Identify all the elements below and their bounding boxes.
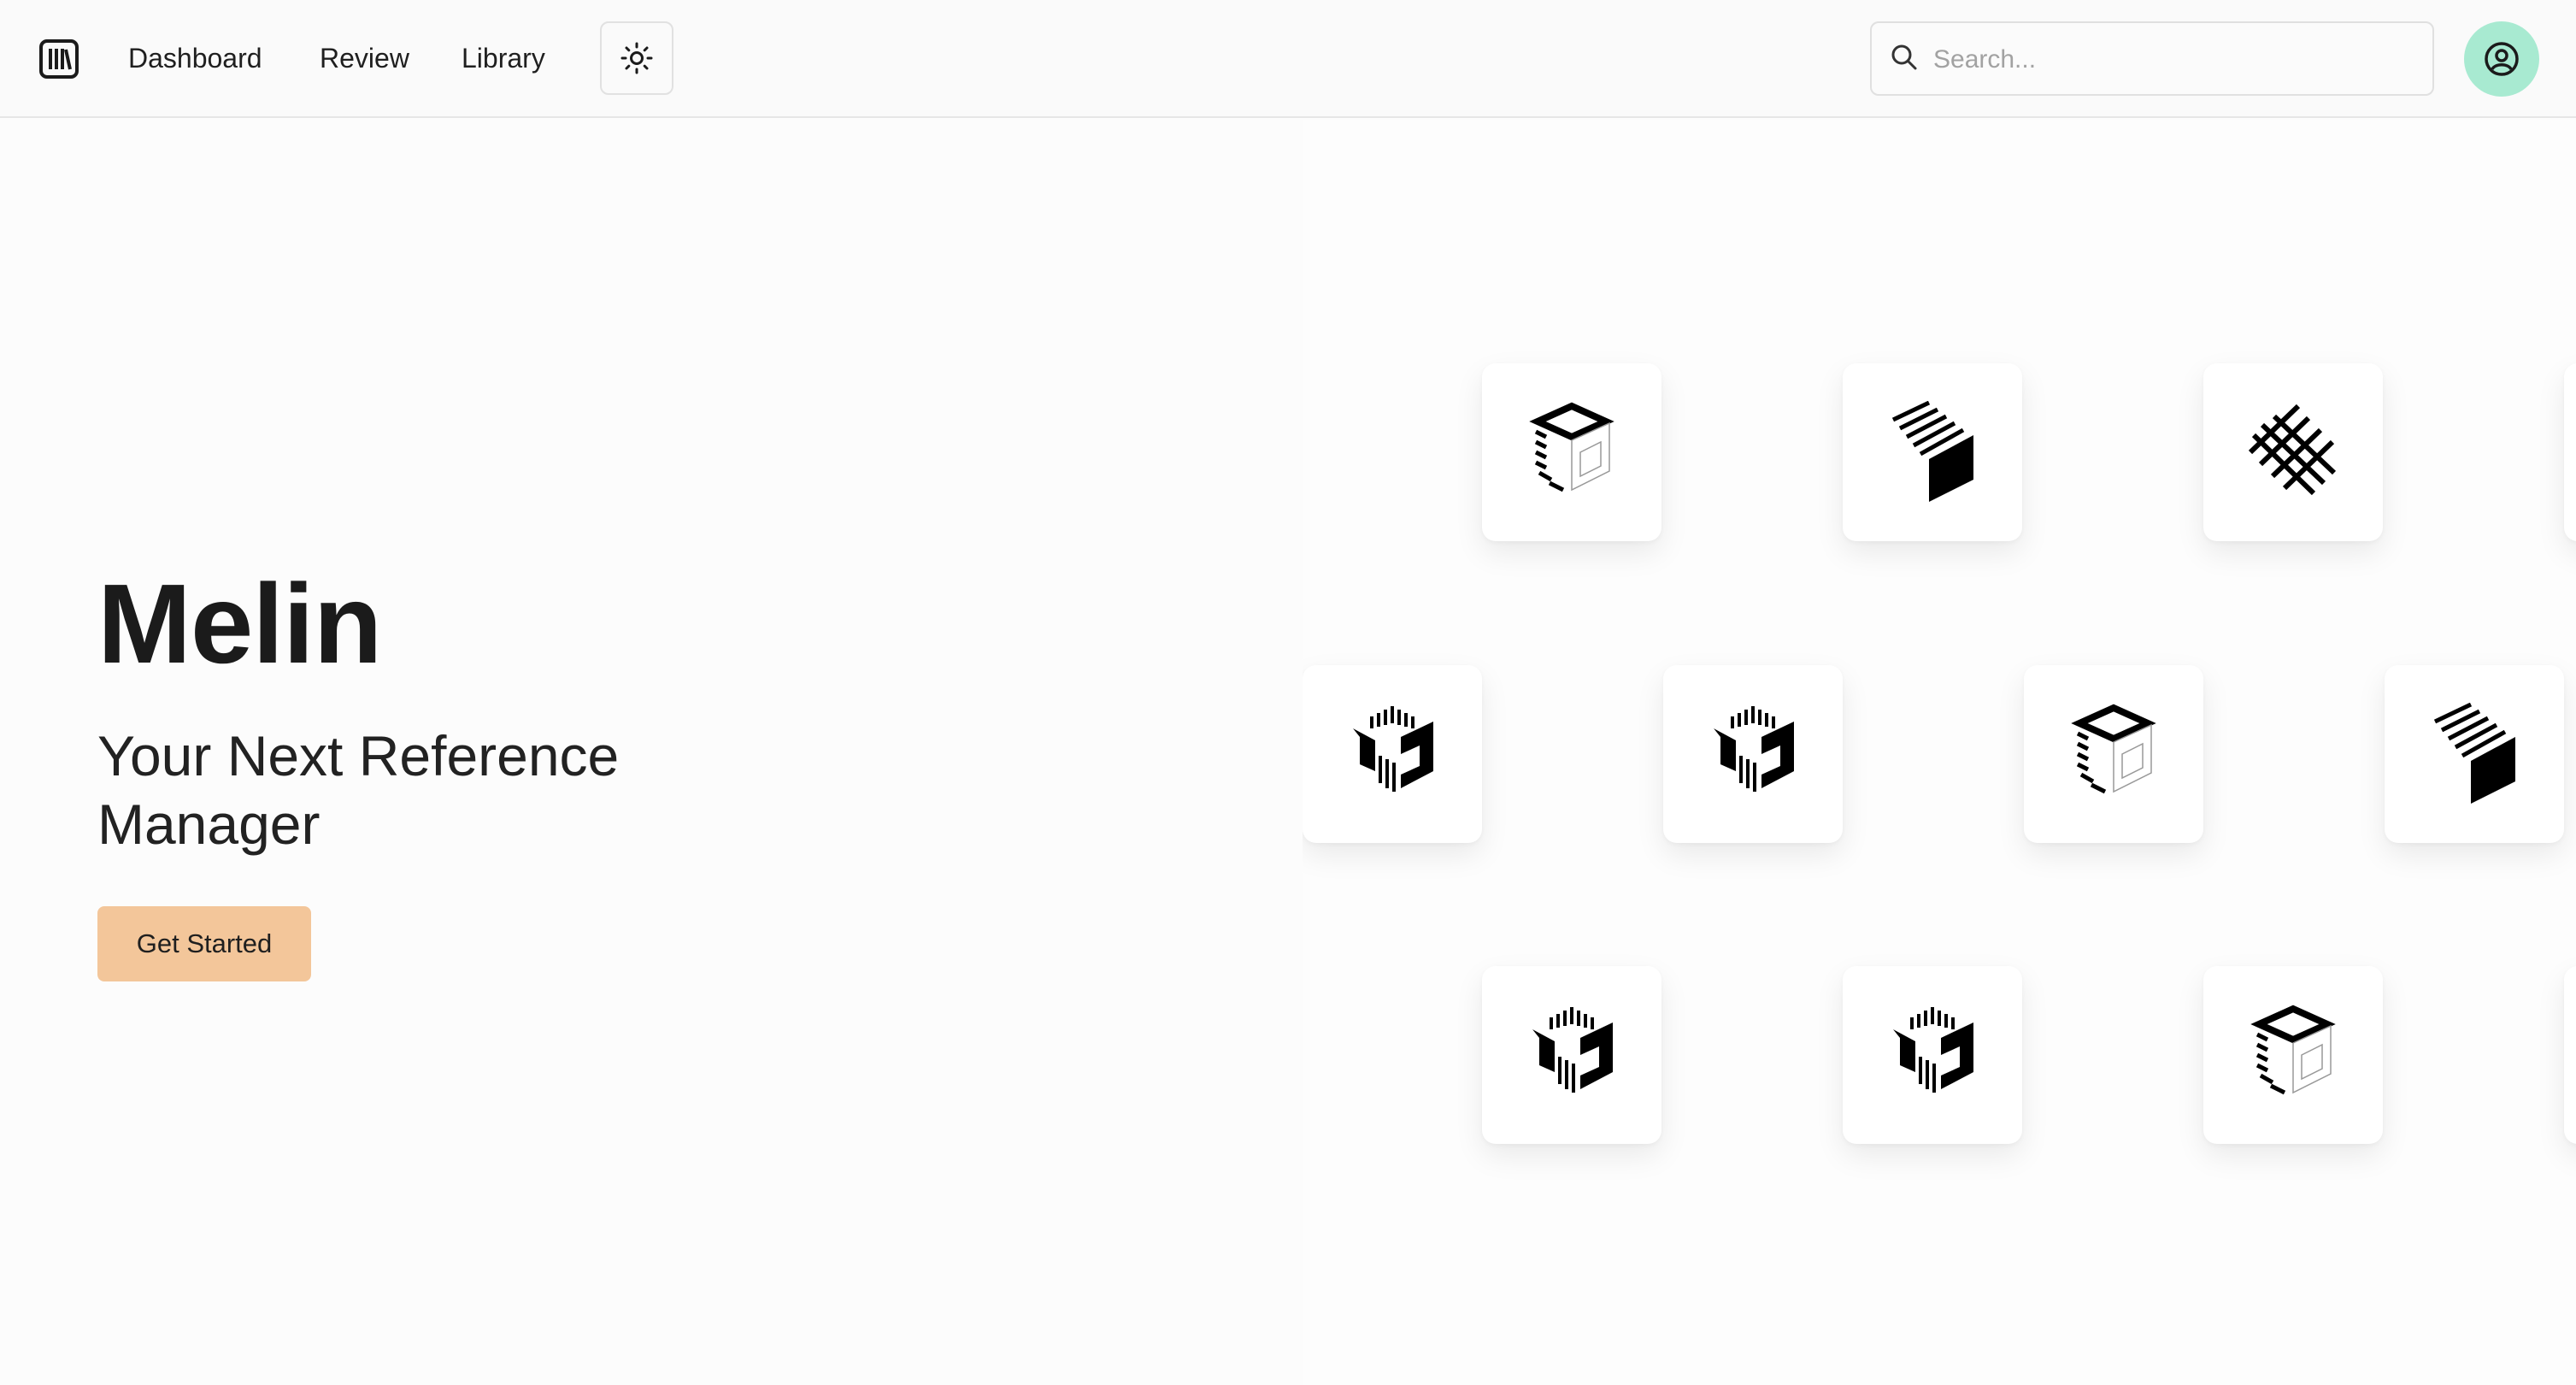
hero-subtitle: Your Next Reference Manager bbox=[97, 724, 620, 856]
hatched-cross-icon bbox=[2248, 404, 2337, 496]
hex-box-icon bbox=[1893, 1007, 1973, 1093]
user-circle-icon bbox=[2485, 42, 2519, 76]
feature-tile[interactable] bbox=[1303, 665, 1482, 843]
striped-block-icon bbox=[2433, 703, 2515, 804]
feature-tile[interactable] bbox=[1843, 363, 2022, 541]
open-cube-icon bbox=[2250, 1005, 2336, 1095]
feature-tile[interactable] bbox=[2385, 665, 2564, 843]
feature-tile[interactable] bbox=[1482, 363, 1661, 541]
nav-link-review[interactable]: Review bbox=[320, 41, 409, 75]
striped-block-icon bbox=[1891, 401, 1973, 502]
nav-link-library[interactable]: Library bbox=[462, 41, 545, 75]
feature-tile[interactable] bbox=[2564, 966, 2576, 1144]
top-navbar: Dashboard Review Library bbox=[0, 0, 2576, 118]
hero-title: Melin bbox=[97, 561, 382, 687]
open-cube-icon bbox=[2071, 704, 2156, 794]
nav-link-dashboard[interactable]: Dashboard bbox=[128, 41, 262, 75]
search-icon bbox=[1891, 44, 1917, 70]
feature-tile[interactable] bbox=[2203, 966, 2383, 1144]
theme-toggle-button[interactable] bbox=[600, 21, 673, 95]
feature-tile[interactable] bbox=[2024, 665, 2203, 843]
feature-tile[interactable] bbox=[2203, 363, 2383, 541]
feature-tile[interactable] bbox=[1482, 966, 1661, 1144]
get-started-button[interactable]: Get Started bbox=[97, 906, 311, 981]
feature-tile-grid bbox=[1303, 120, 2576, 1385]
sun-icon bbox=[620, 42, 653, 74]
search-input[interactable] bbox=[1932, 33, 2422, 86]
feature-tile[interactable] bbox=[1663, 665, 1843, 843]
hex-box-icon bbox=[1714, 706, 1794, 792]
open-cube-icon bbox=[1529, 402, 1614, 492]
feature-tile[interactable] bbox=[2564, 363, 2576, 541]
library-books-icon[interactable] bbox=[39, 39, 79, 79]
feature-tile[interactable] bbox=[1843, 966, 2022, 1144]
search-box[interactable] bbox=[1870, 21, 2434, 96]
hex-box-icon bbox=[1532, 1007, 1613, 1093]
hex-box-icon bbox=[1353, 706, 1433, 792]
user-avatar-button[interactable] bbox=[2464, 21, 2539, 97]
